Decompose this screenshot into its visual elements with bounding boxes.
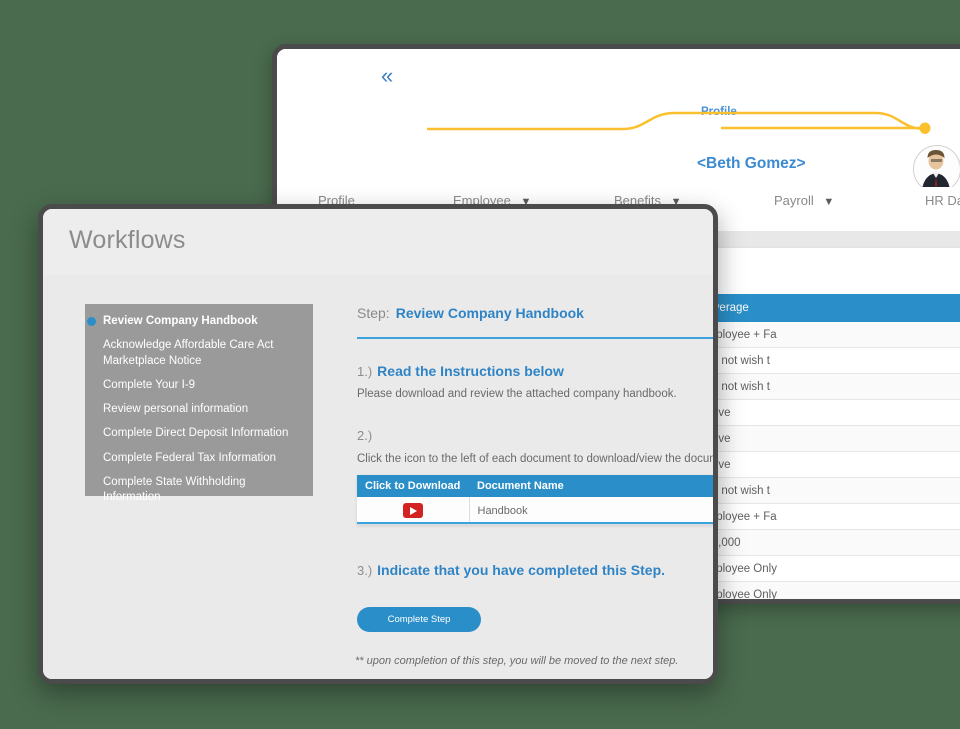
workflow-step-item[interactable]: Complete Your I-9 [85,378,313,393]
screenshot-root: « Profile Contact <Beth Gomez> [0,0,960,729]
step-header-label: Step: [357,305,390,321]
complete-step-button[interactable]: Complete Step [357,607,481,632]
coverage-cell: I do not wish t [687,373,960,400]
employee-name: <Beth Gomez> [697,155,806,172]
section-2-number: 2.) [357,428,373,443]
section-3-number: 3.) [357,563,373,578]
workflow-step-item[interactable]: Complete State Withholding Information [85,475,313,506]
workflow-step-label: Acknowledge Affordable Care Act Marketpl… [103,339,274,367]
section-2-text: Click the icon to the left of each docum… [357,453,718,465]
progress-track-contact [721,122,931,134]
step-header-value: Review Company Handbook [395,305,584,321]
coverage-cell: Employee Only [687,581,960,599]
workflow-step-label: Review Company Handbook [103,315,258,327]
completion-footnote: ** upon completion of this step, you wil… [355,655,679,667]
nav-label: HR Da [925,193,960,208]
workflow-step-item[interactable]: Acknowledge Affordable Care Act Marketpl… [85,338,313,369]
section-3-heading: Indicate that you have completed this St… [377,562,666,578]
workflows-titlebar: Workflows [43,209,713,276]
divider-bottom [357,522,713,524]
document-name-cell: Handbook [469,497,713,525]
coverage-cell: Waive [687,399,960,426]
workflow-step-detail: Step: Review Company Handbook 1.) Read the… [315,275,713,679]
coverage-cell: I do not wish t [687,347,960,374]
step-header: Step: Review Company Handbook [357,305,584,321]
page-title: Workflows [69,226,186,254]
workflow-step-label: Complete Direct Deposit Information [103,427,289,440]
section-1-number: 1.) [357,364,373,379]
documents-table-header-row: Click to Download Document Name [357,475,713,497]
hr-app-header: « Profile Contact <Beth Gomez> [277,49,960,193]
nav-label: Payroll [774,193,814,208]
collapse-chevrons-icon[interactable]: « [381,65,393,87]
workflows-window: Workflows Review Company Handbook Acknowl… [38,204,718,684]
workflow-step-item[interactable]: Review Company Handbook [85,314,313,329]
section-1-title: 1.) Read the Instructions below [357,363,564,379]
workflow-step-item[interactable]: Complete Direct Deposit Information [85,426,313,441]
workflow-step-label: Complete Your I-9 [103,378,196,391]
documents-table: Click to Download Document Name Handbook [357,475,713,525]
workflow-step-item[interactable]: Review personal information [85,402,313,417]
workflow-step-label: Complete State Withholding Information [103,475,246,504]
section-1-heading: Read the Instructions below [377,363,564,379]
coverage-cell: Employee Only [687,555,960,582]
workflow-step-item[interactable]: Complete Federal Tax Information [85,451,313,466]
section-3-title: 3.) Indicate that you have completed this… [357,562,665,578]
column-header-click-to-download: Click to Download [357,475,469,497]
section-1-text: Please download and review the attached … [357,388,677,400]
coverage-cell: Employee + Fa [687,322,960,348]
coverage-cell: I do not wish t [687,477,960,504]
active-step-bullet-icon [87,317,96,326]
workflow-step-label: Complete Federal Tax Information [103,451,277,464]
table-row: Handbook [357,497,713,525]
nav-item-hr-dashboard[interactable]: HR Da [925,193,960,208]
column-header-document-name: Document Name [469,475,713,497]
coverage-cell: Waive [687,425,960,452]
chevron-down-icon: ▼ [823,196,835,208]
play-download-icon[interactable] [402,503,423,518]
avatar [913,145,960,193]
divider-top [357,337,713,339]
coverage-cell: Waive [687,451,960,478]
coverage-cell: $10,000 [687,529,960,556]
workflow-step-list: Review Company Handbook Acknowledge Affor… [85,304,313,503]
coverage-cell: Employee + Fa [687,503,960,530]
workflow-step-label: Review personal information [103,403,249,416]
column-header-coverage: Coverage [687,294,960,322]
workflows-body: Review Company Handbook Acknowledge Affor… [43,275,713,679]
nav-item-payroll[interactable]: Payroll ▼ [774,193,834,208]
download-cell[interactable] [357,497,470,525]
